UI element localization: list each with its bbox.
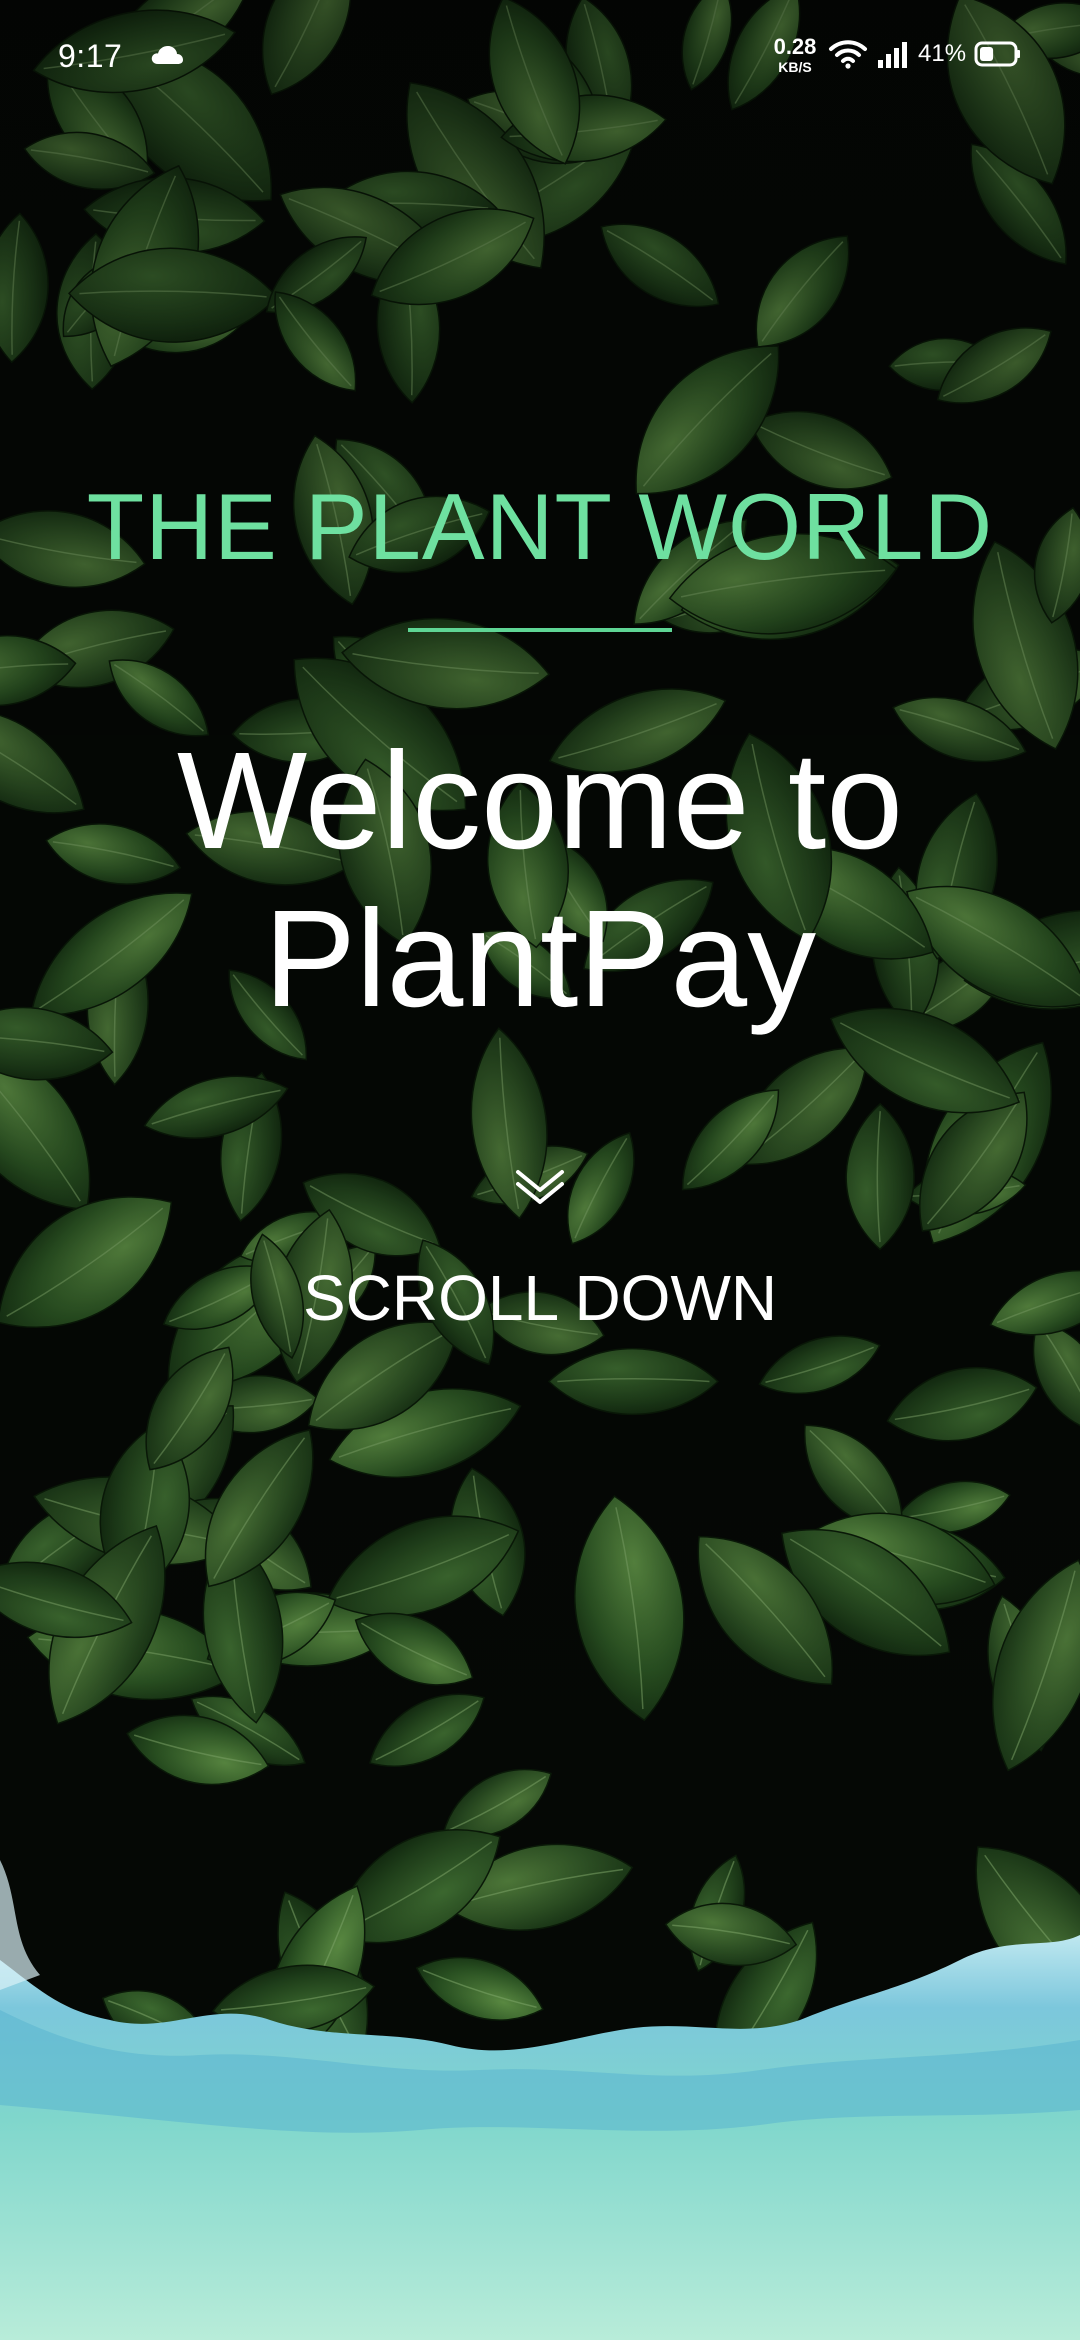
wifi-icon [829,40,867,69]
status-time: 9:17 [58,38,123,74]
hero-section: THE PLANT WORLD Welcome to PlantPay SCRO… [0,0,1080,2340]
title-divider [408,628,672,632]
welcome-line-2: PlantPay [263,882,817,1036]
status-bar: 9:17 0.28 KB/S 41% [0,0,1080,110]
brand-title: THE PLANT WORLD [86,474,994,579]
scroll-down-button[interactable]: SCROLL DOWN [0,1262,1080,1334]
battery-icon [974,41,1020,67]
battery-percent: 41% [918,40,967,67]
welcome-line-1: Welcome to [176,724,904,878]
cloud-icon [151,46,183,64]
double-chevron-down-icon[interactable] [514,1168,566,1208]
welcome-heading: Welcome to PlantPay [0,722,1080,1038]
network-speed-unit: KB/S [778,59,812,75]
signal-icon [878,42,907,68]
network-speed-value: 0.28 [773,34,817,59]
network-speed: 0.28 KB/S [770,34,820,75]
